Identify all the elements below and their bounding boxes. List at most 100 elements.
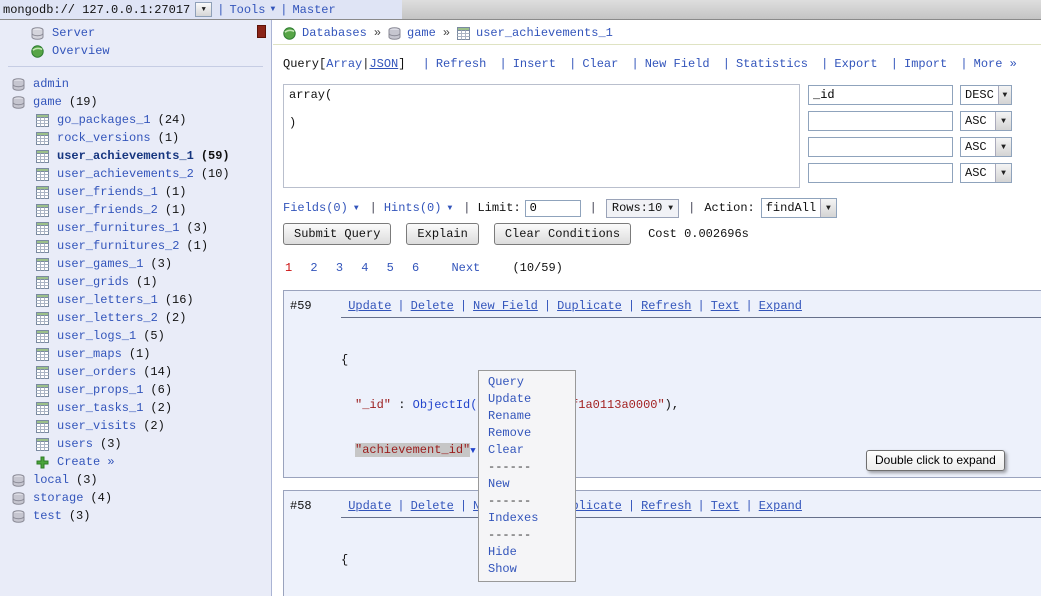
- menu-item-show[interactable]: Show: [479, 561, 575, 578]
- sort-field-input[interactable]: [808, 85, 953, 105]
- action-duplicate[interactable]: Duplicate: [557, 299, 622, 313]
- rows-select[interactable]: Rows:10▼: [606, 199, 679, 218]
- collection-count: (3): [100, 437, 122, 451]
- collection-name: rock_versions: [57, 131, 151, 145]
- menu-item-new[interactable]: New: [479, 476, 575, 493]
- next-link[interactable]: Next: [451, 261, 480, 275]
- field-key[interactable]: "_id": [355, 398, 391, 412]
- sidebar-item-local[interactable]: local (3): [0, 471, 271, 489]
- query-textarea[interactable]: array( ): [283, 84, 800, 188]
- array-link[interactable]: Array: [326, 57, 362, 71]
- json-link[interactable]: JSON: [369, 57, 398, 71]
- new-field-link[interactable]: New Field: [645, 57, 710, 71]
- collection-item[interactable]: rock_versions(1): [0, 129, 271, 147]
- collection-item[interactable]: user_grids(1): [0, 273, 271, 291]
- page-link[interactable]: 3: [336, 261, 343, 275]
- action-select[interactable]: findAll▼: [761, 198, 837, 218]
- menu-item-remove[interactable]: Remove: [479, 425, 575, 442]
- db-name: local: [33, 473, 69, 487]
- clear-link[interactable]: Clear: [582, 57, 618, 71]
- tools-menu[interactable]: Tools: [229, 3, 265, 17]
- action-delete[interactable]: Delete: [411, 299, 454, 313]
- sort-dir-select[interactable]: DESC▼: [960, 85, 1012, 105]
- action-update[interactable]: Update: [348, 499, 391, 513]
- field-key-highlighted[interactable]: "achievement_id": [355, 443, 470, 457]
- connection-dropdown[interactable]: ▼: [195, 2, 212, 17]
- collection-item[interactable]: go_packages_1(24): [0, 111, 271, 129]
- sidebar-item-game[interactable]: game (19): [0, 93, 271, 111]
- action-text[interactable]: Text: [711, 299, 740, 313]
- page-link[interactable]: 2: [310, 261, 317, 275]
- sort-dir-select[interactable]: ASC▼: [960, 163, 1012, 183]
- collection-item[interactable]: user_tasks_1(2): [0, 399, 271, 417]
- sidebar-collapse-icon[interactable]: [257, 25, 266, 38]
- menu-item-indexes[interactable]: Indexes: [479, 510, 575, 527]
- collection-item[interactable]: user_visits(2): [0, 417, 271, 435]
- sort-field-input[interactable]: [808, 163, 953, 183]
- chevron-down-icon[interactable]: ▼: [354, 204, 359, 213]
- breadcrumb-collection[interactable]: user_achievements_1: [476, 26, 613, 40]
- chevron-down-icon[interactable]: ▼: [447, 204, 452, 213]
- explain-button[interactable]: Explain: [406, 223, 478, 245]
- refresh-link[interactable]: Refresh: [436, 57, 486, 71]
- collection-item[interactable]: user_letters_2(2): [0, 309, 271, 327]
- page-link[interactable]: 6: [412, 261, 419, 275]
- collection-item[interactable]: user_friends_2(1): [0, 201, 271, 219]
- action-expand[interactable]: Expand: [759, 499, 802, 513]
- menu-item-clear[interactable]: Clear: [479, 442, 575, 459]
- page-link[interactable]: 5: [387, 261, 394, 275]
- sidebar-item-server[interactable]: Server: [0, 24, 271, 42]
- menu-item-rename[interactable]: Rename: [479, 408, 575, 425]
- table-icon: [36, 438, 49, 451]
- chevron-down-icon[interactable]: ▼: [270, 5, 275, 14]
- limit-input[interactable]: [525, 200, 581, 217]
- hints-dropdown[interactable]: Hints(0): [384, 201, 442, 215]
- action-text[interactable]: Text: [711, 499, 740, 513]
- collection-item[interactable]: user_letters_1(16): [0, 291, 271, 309]
- query-options-row: Fields(0) ▼ | Hints(0) ▼ | Limit: | Rows…: [283, 198, 837, 218]
- menu-item-hide[interactable]: Hide: [479, 544, 575, 561]
- insert-link[interactable]: Insert: [513, 57, 556, 71]
- action-new-field[interactable]: New Field: [473, 299, 538, 313]
- menu-item-update[interactable]: Update: [479, 391, 575, 408]
- collection-item[interactable]: user_furnitures_1(3): [0, 219, 271, 237]
- import-link[interactable]: Import: [904, 57, 947, 71]
- action-update[interactable]: Update: [348, 299, 391, 313]
- collection-item[interactable]: user_logs_1(5): [0, 327, 271, 345]
- collection-item[interactable]: user_friends_1(1): [0, 183, 271, 201]
- sidebar-item-overview[interactable]: Overview: [0, 42, 271, 60]
- collection-item[interactable]: user_props_1(6): [0, 381, 271, 399]
- collection-name: users: [57, 437, 93, 451]
- statistics-link[interactable]: Statistics: [736, 57, 808, 71]
- sidebar-item-create[interactable]: Create »: [0, 453, 271, 471]
- breadcrumb-databases[interactable]: Databases: [302, 26, 367, 40]
- collection-item-selected[interactable]: user_achievements_1(59): [0, 147, 271, 165]
- sort-dir-select[interactable]: ASC▼: [960, 137, 1012, 157]
- table-icon: [457, 27, 470, 40]
- sort-field-input[interactable]: [808, 111, 953, 131]
- sidebar-item-test[interactable]: test (3): [0, 507, 271, 525]
- sort-dir-select[interactable]: ASC▼: [960, 111, 1012, 131]
- sidebar-item-admin[interactable]: admin: [0, 75, 271, 93]
- action-refresh[interactable]: Refresh: [641, 299, 691, 313]
- breadcrumb-db[interactable]: game: [407, 26, 436, 40]
- collection-item[interactable]: user_games_1(3): [0, 255, 271, 273]
- collection-item[interactable]: user_achievements_2(10): [0, 165, 271, 183]
- collection-item[interactable]: users (3): [0, 435, 271, 453]
- sidebar-item-storage[interactable]: storage (4): [0, 489, 271, 507]
- action-expand[interactable]: Expand: [759, 299, 802, 313]
- master-link[interactable]: Master: [292, 3, 335, 17]
- fields-dropdown[interactable]: Fields(0): [283, 201, 348, 215]
- more-link[interactable]: More »: [974, 57, 1017, 71]
- page-link[interactable]: 4: [361, 261, 368, 275]
- sort-field-input[interactable]: [808, 137, 953, 157]
- submit-query-button[interactable]: Submit Query: [283, 223, 391, 245]
- export-link[interactable]: Export: [834, 57, 877, 71]
- menu-item-query[interactable]: Query: [479, 374, 575, 391]
- collection-item[interactable]: user_maps(1): [0, 345, 271, 363]
- action-delete[interactable]: Delete: [411, 499, 454, 513]
- action-refresh[interactable]: Refresh: [641, 499, 691, 513]
- clear-conditions-button[interactable]: Clear Conditions: [494, 223, 631, 245]
- collection-item[interactable]: user_furnitures_2(1): [0, 237, 271, 255]
- collection-item[interactable]: user_orders(14): [0, 363, 271, 381]
